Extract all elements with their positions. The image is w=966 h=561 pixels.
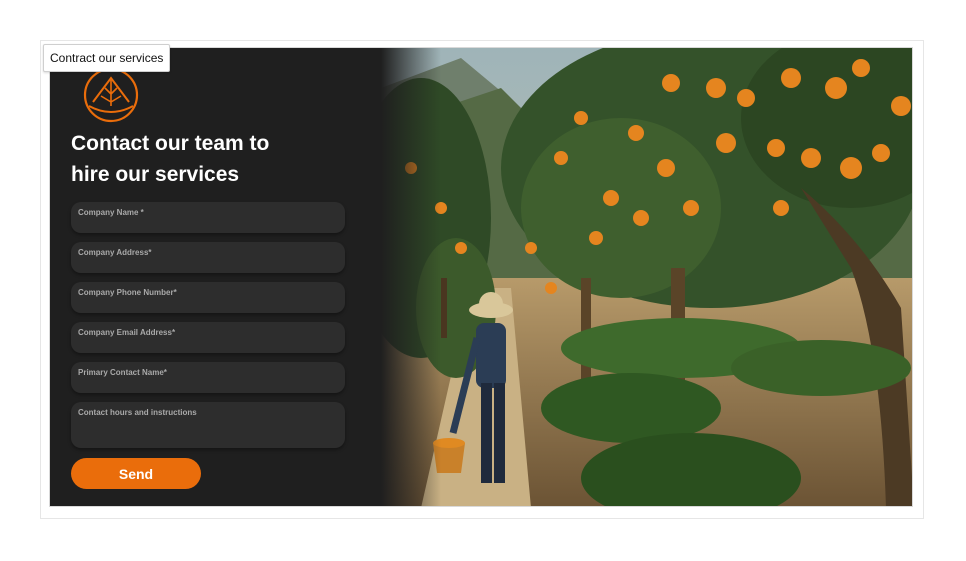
photo-fade <box>381 48 441 506</box>
heading-line-1: Contact our team to <box>71 132 270 155</box>
tooltip: Contract our services <box>43 44 171 72</box>
primary-contact-field[interactable]: Primary Contact Name* <box>71 362 345 393</box>
company-phone-input[interactable] <box>78 299 338 311</box>
heading-line-2: hire our services <box>71 163 240 186</box>
contact-card: Contact our team to hire our services Co… <box>49 47 913 507</box>
company-name-field[interactable]: Company Name * <box>71 202 345 233</box>
primary-contact-label: Primary Contact Name* <box>78 368 167 377</box>
contact-hours-textarea[interactable] <box>78 422 338 446</box>
orange-grove-farmer-image <box>381 48 912 506</box>
contact-hours-field[interactable]: Contact hours and instructions <box>71 402 345 448</box>
company-phone-label: Company Phone Number* <box>78 288 177 297</box>
company-address-label: Company Address* <box>78 248 152 257</box>
company-name-input[interactable] <box>78 219 338 231</box>
page-title: Contact our team to hire our services <box>71 128 331 190</box>
company-email-label: Company Email Address* <box>78 328 176 337</box>
company-name-label: Company Name * <box>78 208 144 217</box>
contact-hours-label: Contact hours and instructions <box>78 408 197 417</box>
company-email-field[interactable]: Company Email Address* <box>71 322 345 353</box>
send-button[interactable]: Send <box>71 458 201 489</box>
primary-contact-input[interactable] <box>78 379 338 391</box>
company-email-input[interactable] <box>78 339 338 351</box>
company-address-input[interactable] <box>78 259 338 271</box>
orange-tree-logo-icon <box>81 67 141 126</box>
company-phone-field[interactable]: Company Phone Number* <box>71 282 345 313</box>
company-address-field[interactable]: Company Address* <box>71 242 345 273</box>
